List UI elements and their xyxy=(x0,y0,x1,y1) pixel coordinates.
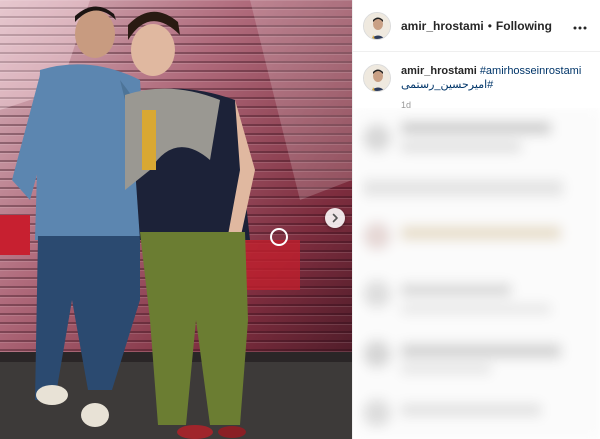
more-horizontal-icon xyxy=(573,17,587,35)
post-sidebar: amir_hrostami • Following amir_hrostami #… xyxy=(352,0,600,439)
photo-image xyxy=(0,0,352,439)
blurred-comments-area xyxy=(353,108,600,439)
next-photo-button[interactable] xyxy=(325,208,345,228)
hashtag-link-fa[interactable]: #امیرحسین_رستمی xyxy=(401,78,590,92)
following-button[interactable]: Following xyxy=(496,19,552,33)
caption-username[interactable]: amir_hrostami xyxy=(401,65,477,77)
more-options-button[interactable] xyxy=(570,16,590,36)
caption: amir_hrostami #amirhosseinrostami #امیرحس… xyxy=(353,52,600,112)
caption-avatar[interactable] xyxy=(363,64,391,92)
author-avatar[interactable] xyxy=(363,11,391,40)
author-username[interactable]: amir_hrostami xyxy=(401,19,484,33)
hashtag-link-en[interactable]: #amirhosseinrostami xyxy=(480,65,581,77)
chevron-right-icon xyxy=(330,213,340,223)
post-header: amir_hrostami • Following xyxy=(353,0,600,52)
post-photo[interactable] xyxy=(0,0,352,439)
separator-dot: • xyxy=(487,18,492,33)
